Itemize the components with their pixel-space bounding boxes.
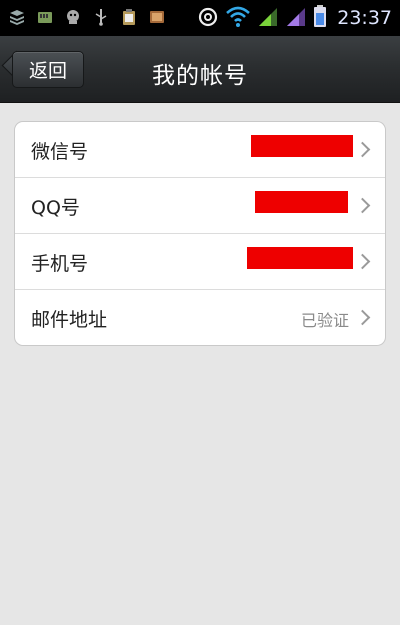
status-bar: 23:37 [0,0,400,36]
list-item-qq-number[interactable]: QQ号 [15,178,385,234]
chevron-right-icon [354,253,371,270]
notification-icons [8,7,166,27]
at-sign-icon [197,4,219,32]
account-list: 微信号 QQ号 手机号 邮件地址 已验证 [14,121,386,346]
chevron-right-icon [354,309,371,326]
clipboard-icon [120,7,138,27]
sd-card-icon [36,7,54,27]
image-icon [148,7,166,27]
android-icon [64,7,82,27]
list-item-label: 邮件地址 [31,309,108,331]
wifi-icon [225,4,251,32]
usb-icon [92,7,110,27]
battery-icon [313,4,327,32]
signal-icon [257,4,279,32]
status-time: 23:37 [337,7,392,29]
list-item-label: 微信号 [31,141,89,163]
chevron-right-icon [354,141,371,158]
list-item-phone-number[interactable]: 手机号 [15,234,385,290]
system-indicators: 23:37 [197,4,392,32]
redacted-value [247,247,353,269]
chevron-right-icon [354,197,371,214]
stack-icon [8,7,26,27]
list-item-wechat-id[interactable]: 微信号 [15,122,385,178]
page-title: 我的帐号 [152,63,248,89]
title-bar: 返回 我的帐号 [0,36,400,103]
redacted-value [251,135,353,157]
redacted-value [255,191,348,213]
list-item-email[interactable]: 邮件地址 已验证 [15,290,385,345]
signal-icon [285,4,307,32]
email-status-value: 已验证 [300,311,349,330]
list-item-label: 手机号 [31,253,89,275]
list-item-label: QQ号 [31,197,80,219]
